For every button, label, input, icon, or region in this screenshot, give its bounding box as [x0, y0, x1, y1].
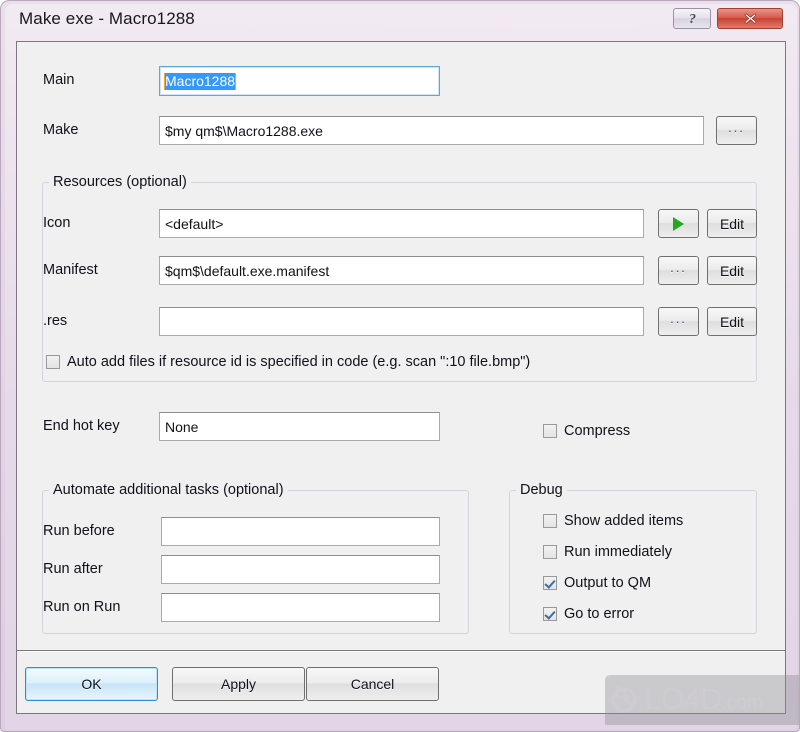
debug-run-immediately-checkbox[interactable]: Run immediately — [543, 544, 672, 560]
end-hot-key-label: End hot key — [43, 418, 120, 434]
make-input-value: $my qm$\Macro1288.exe — [165, 122, 323, 139]
run-before-input[interactable] — [161, 517, 440, 546]
end-hot-key-input[interactable]: None — [159, 412, 440, 441]
run-on-run-input[interactable] — [161, 593, 440, 622]
debug-output-to-qm-label: Output to QM — [564, 575, 652, 591]
svg-text:?: ? — [689, 12, 696, 26]
apply-button[interactable]: Apply — [172, 667, 305, 701]
compress-checkbox-box — [543, 424, 557, 438]
auto-add-checkbox-label: Auto add files if resource id is specifi… — [67, 354, 531, 370]
debug-show-added-items-box — [543, 514, 557, 528]
manifest-edit-label: Edit — [719, 262, 745, 279]
res-browse-button[interactable]: ... — [658, 307, 699, 336]
dialog-window: Make exe - Macro1288 ? Main Macro1288 Ma… — [0, 0, 800, 732]
manifest-label: Manifest — [43, 262, 98, 278]
debug-show-added-items-label: Show added items — [564, 513, 684, 529]
run-after-input[interactable] — [161, 555, 440, 584]
debug-run-immediately-box — [543, 545, 557, 559]
manifest-edit-button[interactable]: Edit — [707, 256, 757, 285]
dialog-client-area: Main Macro1288 Make $my qm$\Macro1288.ex… — [16, 41, 786, 651]
icon-input[interactable]: <default> — [159, 209, 644, 238]
res-browse-label: ... — [670, 311, 687, 326]
res-edit-label: Edit — [719, 313, 745, 330]
icon-label: Icon — [43, 215, 71, 231]
manifest-input[interactable]: $qm$\default.exe.manifest — [159, 256, 644, 285]
debug-go-to-error-checkbox[interactable]: Go to error — [543, 606, 634, 622]
make-browse-label: ... — [728, 120, 745, 135]
manifest-input-value: $qm$\default.exe.manifest — [165, 262, 330, 279]
automate-group-title: Automate additional tasks (optional) — [49, 482, 288, 498]
debug-go-to-error-box — [543, 607, 557, 621]
help-button[interactable]: ? — [673, 8, 711, 29]
debug-output-to-qm-box — [543, 576, 557, 590]
run-on-run-label: Run on Run — [43, 599, 121, 615]
question-mark-icon: ? — [689, 12, 696, 26]
debug-group-title: Debug — [516, 482, 567, 498]
close-x-icon — [743, 13, 757, 24]
apply-button-label: Apply — [220, 676, 257, 692]
main-label: Main — [43, 72, 75, 88]
icon-edit-label: Edit — [719, 215, 745, 232]
manifest-browse-button[interactable]: ... — [658, 256, 699, 285]
debug-output-to-qm-checkbox[interactable]: Output to QM — [543, 575, 651, 591]
res-edit-button[interactable]: Edit — [707, 307, 757, 336]
end-hot-key-value: None — [165, 418, 199, 435]
close-button[interactable] — [717, 8, 783, 29]
watermark-backdrop — [605, 675, 799, 725]
make-browse-button[interactable]: ... — [716, 116, 757, 145]
debug-run-immediately-label: Run immediately — [564, 544, 672, 560]
window-title: Make exe - Macro1288 — [19, 9, 195, 28]
manifest-browse-label: ... — [670, 260, 687, 275]
compress-checkbox-label: Compress — [564, 423, 631, 439]
main-input[interactable]: Macro1288 — [159, 66, 440, 96]
compress-checkbox[interactable]: Compress — [543, 423, 630, 439]
auto-add-checkbox-box — [46, 355, 60, 369]
ok-button[interactable]: OK — [25, 667, 158, 701]
icon-preview-button[interactable] — [658, 209, 699, 238]
debug-show-added-items-checkbox[interactable]: Show added items — [543, 513, 683, 529]
ok-button-label: OK — [81, 676, 102, 692]
icon-input-value: <default> — [165, 215, 224, 232]
res-label: .res — [43, 313, 68, 329]
res-input[interactable] — [159, 307, 644, 336]
cancel-button-label: Cancel — [350, 676, 395, 692]
button-bar-separator — [17, 651, 785, 652]
run-before-label: Run before — [43, 523, 115, 539]
debug-go-to-error-label: Go to error — [564, 606, 635, 622]
icon-edit-button[interactable]: Edit — [707, 209, 757, 238]
cancel-button[interactable]: Cancel — [306, 667, 439, 701]
title-bar: Make exe - Macro1288 ? — [5, 4, 797, 34]
main-input-value: Macro1288 — [165, 72, 236, 90]
play-icon — [673, 216, 684, 231]
auto-add-checkbox[interactable]: Auto add files if resource id is specifi… — [46, 354, 530, 370]
make-label: Make — [43, 122, 79, 138]
run-after-label: Run after — [43, 561, 103, 577]
resources-group-title: Resources (optional) — [49, 174, 191, 190]
make-input[interactable]: $my qm$\Macro1288.exe — [159, 116, 704, 145]
